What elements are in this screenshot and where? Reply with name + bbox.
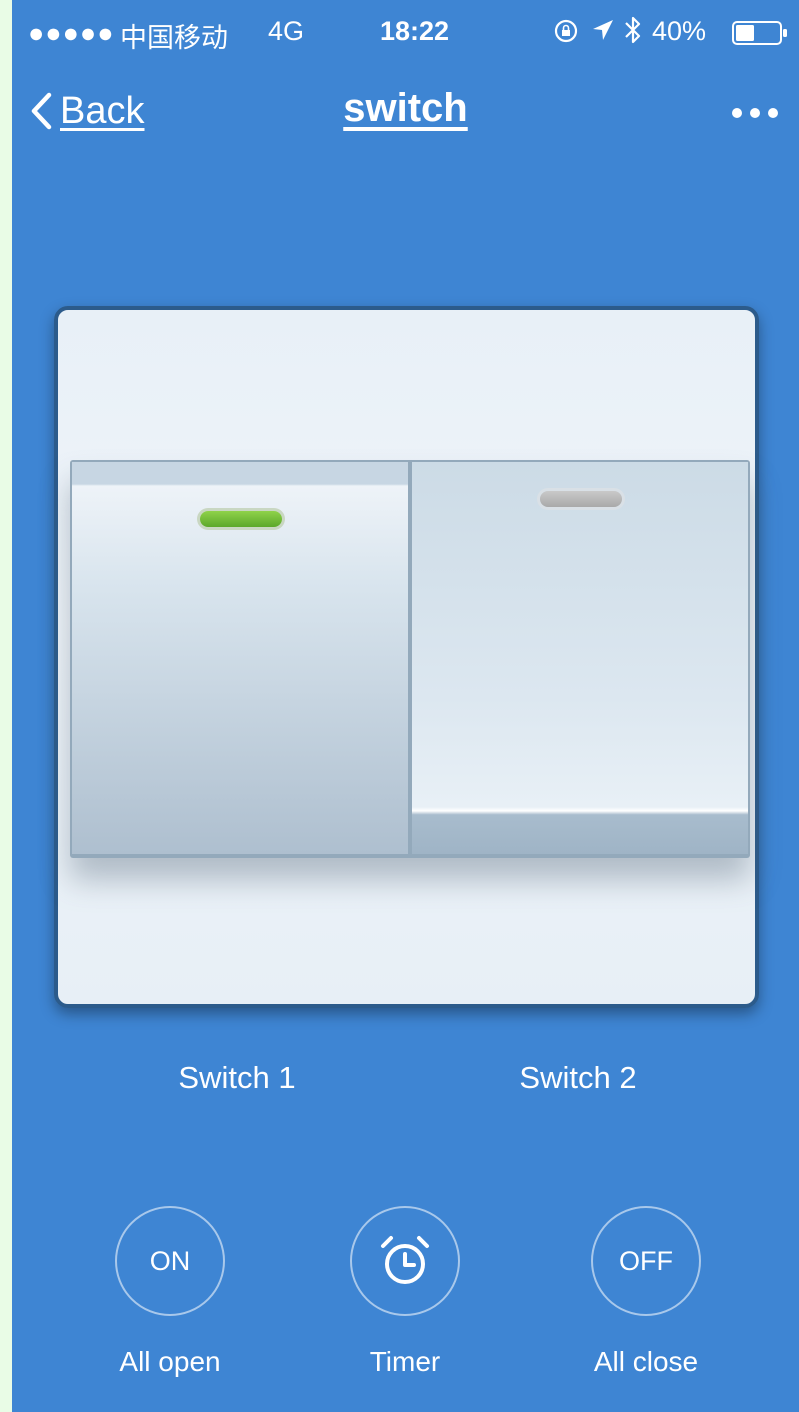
switch-1-indicator-light: [200, 511, 282, 527]
all-open-label: All open: [119, 1346, 221, 1377]
network-type: 4G: [268, 16, 305, 46]
switch-2-label: Switch 2: [519, 1060, 637, 1095]
status-time: 18:22: [380, 16, 450, 46]
switch-screen: ●●●●● 中国移动 4G 18:22 40% Back switch Swit…: [12, 0, 799, 1412]
location-arrow-icon: [593, 20, 613, 40]
timer-action: Timer: [330, 1206, 480, 1378]
all-close-button[interactable]: OFF: [591, 1206, 701, 1316]
page-title: switch: [343, 86, 468, 130]
signal-strength: ●●●●●: [28, 18, 115, 48]
timer-label: Timer: [369, 1346, 441, 1377]
rocker-frame: [70, 460, 750, 858]
switch-panel: [54, 306, 759, 1008]
status-bar: ●●●●● 中国移动 4G 18:22 40%: [12, 0, 799, 64]
rotation-lock-icon: [554, 19, 578, 43]
all-close-label: All close: [593, 1346, 699, 1377]
timer-button[interactable]: [350, 1206, 460, 1316]
alarm-clock-icon: [381, 1236, 429, 1284]
battery-icon: [732, 21, 787, 45]
switch-2-rocker[interactable]: [412, 462, 748, 854]
nav-bar: Back switch: [12, 64, 799, 160]
battery-percentage: 40%: [652, 16, 707, 46]
bluetooth-icon: [625, 16, 641, 44]
switch-2-indicator-light: [540, 491, 622, 507]
all-close-action: OFF All close: [571, 1206, 721, 1378]
carrier-name: 中国移动: [120, 23, 228, 53]
all-open-button[interactable]: ON: [115, 1206, 225, 1316]
switch-1-rocker[interactable]: [72, 462, 408, 854]
all-open-action: ON All open: [95, 1206, 245, 1378]
more-options-icon[interactable]: [730, 106, 780, 120]
switch-1-label: Switch 1: [178, 1060, 296, 1095]
